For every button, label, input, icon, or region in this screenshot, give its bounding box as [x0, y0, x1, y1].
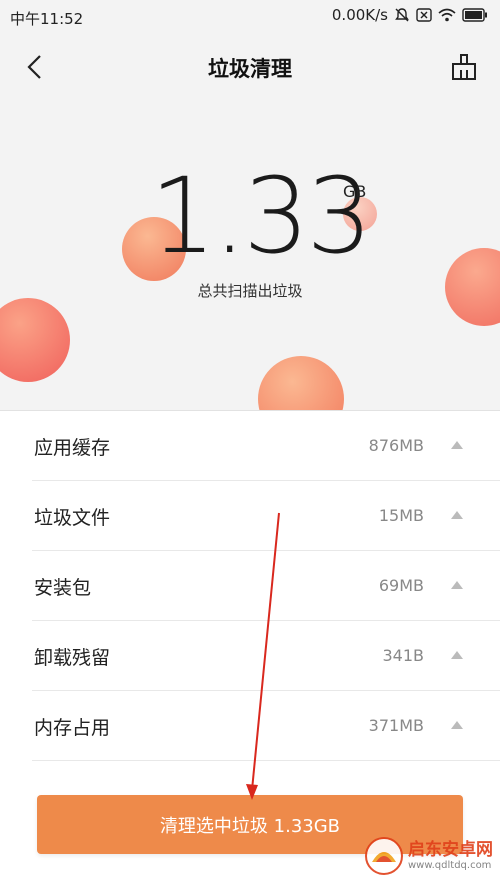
item-label: 内存占用: [34, 717, 111, 739]
watermark: 启东安卓网 www.qdltdq.com: [364, 827, 494, 885]
list-item-uninstall-residue[interactable]: 卸载残留 341B: [32, 621, 500, 691]
decor-bubble: [0, 298, 70, 382]
list-item-install-packages[interactable]: 安装包 69MB: [32, 551, 500, 621]
item-size: 876MB: [368, 436, 424, 455]
page-title: 垃圾清理: [208, 57, 292, 81]
chevron-up-icon[interactable]: [450, 580, 464, 590]
network-speed: 0.00K/s: [331, 6, 388, 24]
item-size: 69MB: [378, 576, 424, 595]
item-label: 应用缓存: [34, 437, 111, 459]
junk-total-unit: GB: [343, 182, 367, 201]
status-icons: 0.00K/s: [332, 6, 488, 24]
list-item-memory-usage[interactable]: 内存占用 371MB: [32, 691, 500, 761]
item-size: 371MB: [368, 716, 424, 735]
item-label: 安装包: [34, 577, 92, 599]
item-label: 垃圾文件: [34, 507, 111, 529]
junk-total-value: 1.33: [150, 155, 373, 277]
sim-off-icon: [416, 8, 432, 22]
watermark-url: www.qdltdq.com: [408, 859, 492, 871]
broom-icon[interactable]: [450, 52, 478, 82]
list-item-junk-files[interactable]: 垃圾文件 15MB: [32, 481, 500, 551]
watermark-title: 启东安卓网: [408, 840, 493, 861]
item-size: 15MB: [378, 506, 424, 525]
item-size: 341B: [382, 646, 424, 665]
status-bar: 中午11:52 0.00K/s: [0, 0, 500, 34]
back-arrow-icon[interactable]: [20, 52, 50, 82]
status-time: 中午11:52: [10, 10, 84, 28]
wifi-icon: [438, 8, 456, 22]
site-logo-icon: [365, 837, 403, 875]
chevron-up-icon[interactable]: [450, 510, 464, 520]
chevron-up-icon[interactable]: [450, 650, 464, 660]
junk-total-caption: 总共扫描出垃圾: [197, 282, 303, 300]
chevron-up-icon[interactable]: [450, 720, 464, 730]
item-label: 卸载残留: [34, 647, 111, 669]
junk-category-list: 应用缓存 876MB 垃圾文件 15MB 安装包 69MB 卸载残留 341B …: [0, 410, 500, 761]
chevron-up-icon[interactable]: [450, 440, 464, 450]
bell-muted-icon: [395, 8, 409, 22]
battery-icon: [462, 8, 487, 22]
decor-bubble: [258, 356, 344, 410]
summary-panel: 垃圾清理 1.33 GB 总共扫描出垃圾: [0, 34, 500, 410]
decor-bubble: [445, 248, 500, 326]
list-item-app-cache[interactable]: 应用缓存 876MB: [32, 411, 500, 481]
